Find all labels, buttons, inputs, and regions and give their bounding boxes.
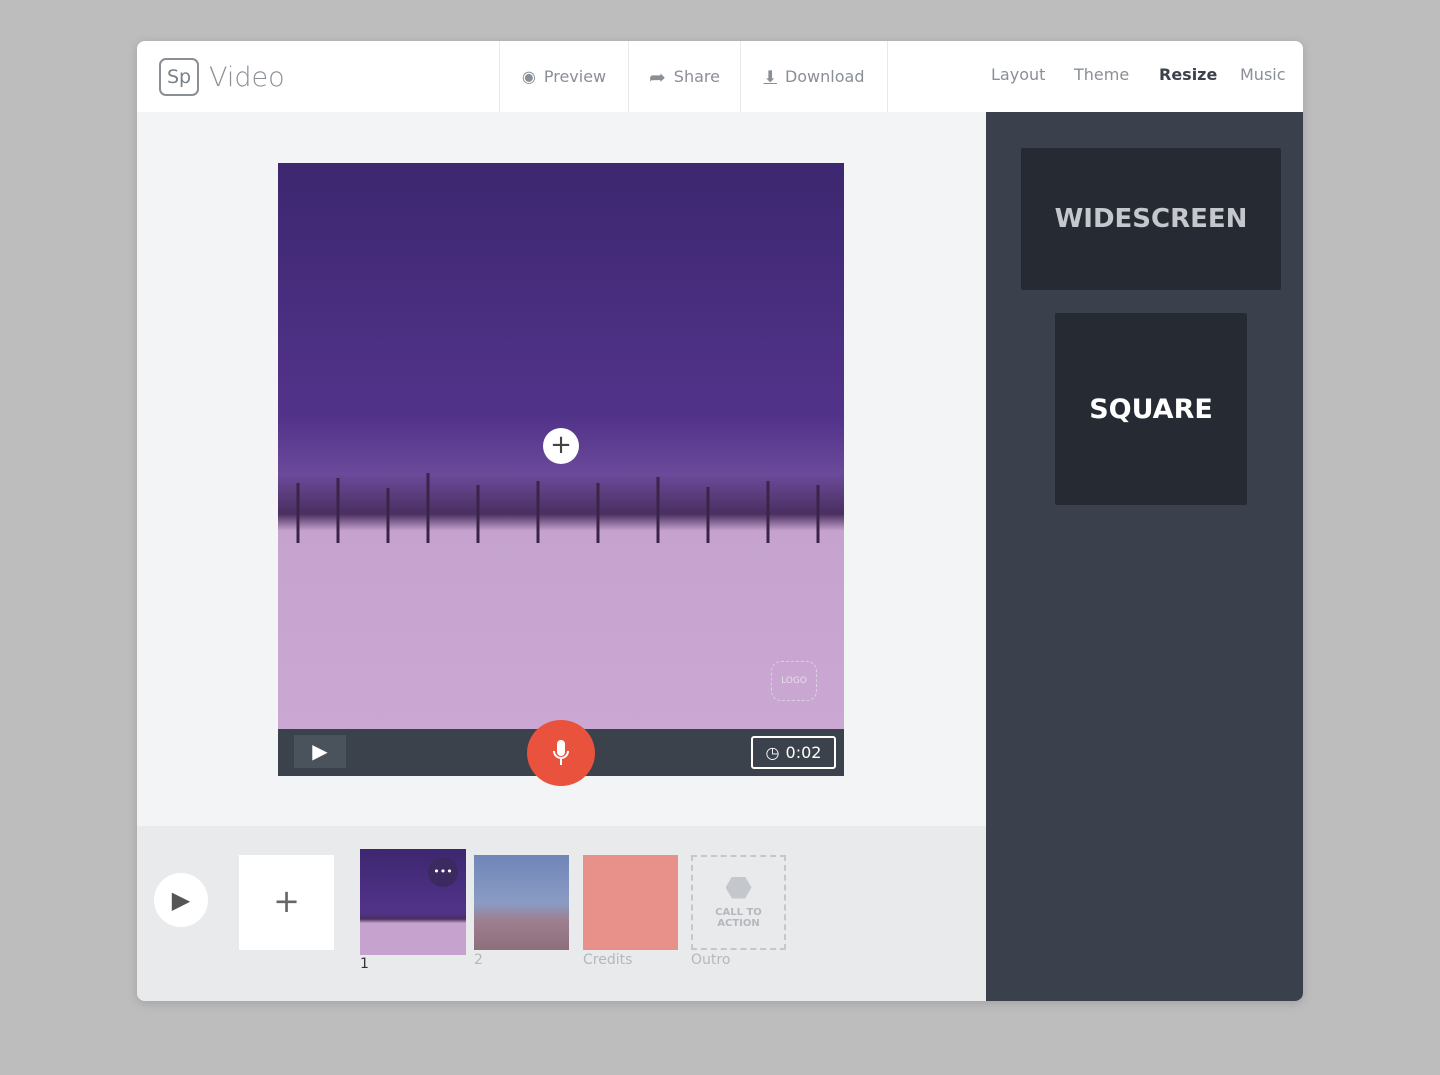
resize-panel: WIDESCREEN SQUARE <box>986 112 1303 1001</box>
eye-icon: ◉ <box>521 67 536 86</box>
video-preview: + LOGO <box>278 163 844 729</box>
more-options-icon[interactable]: ••• <box>428 857 458 887</box>
preview-button[interactable]: ◉ Preview <box>499 41 628 112</box>
share-arrow-icon: ➦ <box>649 64 666 89</box>
timeline: ▶ + ••• 1 2 Credits CALL TO ACTION Outro <box>137 826 986 1001</box>
cta-label: CALL TO ACTION <box>715 906 762 929</box>
download-button[interactable]: ⬇ Download <box>740 41 888 112</box>
add-media-button[interactable]: + <box>543 428 579 464</box>
slide-thumbnail-1[interactable]: ••• <box>360 849 466 955</box>
download-icon: ⬇ <box>763 67 777 86</box>
nav-theme[interactable]: Theme <box>1074 65 1129 84</box>
header: Sp Video ◉ Preview ➦ Share ⬇ Download Layou… <box>137 41 1303 112</box>
share-button[interactable]: ➦ Share <box>628 41 740 112</box>
slide-label: 1 <box>360 956 369 972</box>
logo-hexagon-icon <box>725 876 752 899</box>
video-stage: + LOGO ▶ ◷ 0:02 <box>278 163 844 786</box>
duration-label: 0:02 <box>785 743 822 762</box>
spark-logo-icon: Sp <box>159 58 199 96</box>
slide-label: 2 <box>474 952 483 968</box>
nav-music[interactable]: Music <box>1240 65 1286 84</box>
app-logo: Sp Video <box>159 58 285 96</box>
download-label: Download <box>784 67 865 86</box>
add-slide-button[interactable]: + <box>239 855 334 950</box>
square-option[interactable]: SQUARE <box>1055 313 1247 505</box>
app-window: Sp Video ◉ Preview ➦ Share ⬇ Download Layou… <box>137 41 1303 1001</box>
nav-layout[interactable]: Layout <box>991 65 1045 84</box>
preview-label: Preview <box>543 67 607 86</box>
share-label: Share <box>673 67 720 86</box>
outro-thumbnail[interactable]: CALL TO ACTION <box>691 855 786 950</box>
app-name: Video <box>209 61 285 93</box>
record-voice-button[interactable] <box>527 720 595 786</box>
logo-badge[interactable]: LOGO <box>771 661 817 701</box>
wind-turbines-image <box>296 473 820 543</box>
widescreen-option[interactable]: WIDESCREEN <box>1021 148 1281 290</box>
slide-label: Outro <box>691 952 731 968</box>
play-all-button[interactable]: ▶ <box>154 873 208 927</box>
microphone-icon <box>553 740 569 765</box>
slide-thumbnail-2[interactable] <box>474 855 569 950</box>
clock-icon: ◷ <box>765 743 780 762</box>
credits-thumbnail[interactable] <box>583 855 678 950</box>
nav-resize[interactable]: Resize <box>1159 65 1217 84</box>
slide-label: Credits <box>583 952 633 968</box>
video-controls: ▶ ◷ 0:02 <box>278 720 844 786</box>
duration-button[interactable]: ◷ 0:02 <box>751 736 836 769</box>
play-button[interactable]: ▶ <box>294 735 346 768</box>
